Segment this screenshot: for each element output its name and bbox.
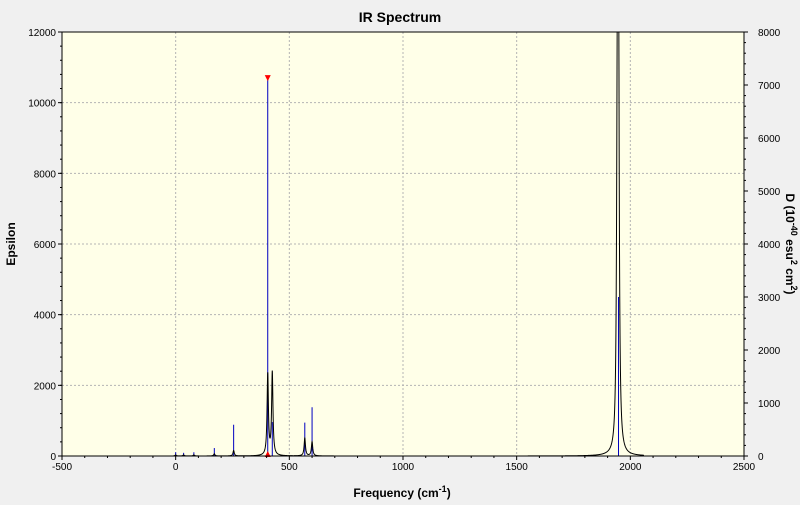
y-left-tick-label: 12000	[28, 28, 56, 39]
y-left-axis-label: Epsilon	[4, 222, 18, 265]
y-left-tick-label: 6000	[34, 240, 57, 251]
y-right-tick-label: 2000	[758, 346, 781, 357]
x-tick-label: 500	[281, 462, 298, 473]
y-right-tick-label: 6000	[758, 134, 781, 145]
x-axis-ticks: -500 0 500 1000 1500 2000 2500	[52, 456, 756, 473]
x-tick-label: 2500	[733, 462, 756, 473]
y-left-tick-label: 2000	[34, 381, 57, 392]
y-left-axis-ticks: 0 2000 4000 6000 8000 10000 12000	[28, 28, 62, 463]
y-right-tick-label: 0	[758, 452, 764, 463]
y-right-tick-label: 1000	[758, 399, 781, 410]
y-right-tick-label: 8000	[758, 28, 781, 39]
chart-title: IR Spectrum	[359, 9, 441, 25]
x-tick-label: 1000	[392, 462, 415, 473]
y-right-axis-label: D (10-40 esu2 cm2)	[783, 193, 799, 294]
y-left-tick-label: 8000	[34, 169, 57, 180]
y-left-tick-label: 10000	[28, 99, 56, 110]
y-right-tick-label: 3000	[758, 293, 781, 304]
y-left-tick-label: 0	[50, 452, 56, 463]
y-left-tick-label: 4000	[34, 311, 57, 322]
y-right-tick-label: 5000	[758, 187, 781, 198]
x-tick-label: 0	[173, 462, 179, 473]
y-right-tick-label: 4000	[758, 240, 781, 251]
x-tick-label: 1500	[506, 462, 529, 473]
x-axis-label: Frequency (cm-1)	[353, 484, 450, 500]
y-right-axis-ticks: 0 1000 2000 3000 4000 5000 6000 7000 8000	[744, 28, 781, 463]
x-tick-label: -500	[52, 462, 72, 473]
x-tick-label: 2000	[619, 462, 642, 473]
ir-spectrum-chart: IR Spectrum -500 0 500 1000 1500 2000 2500 020…	[4, 9, 799, 500]
y-right-tick-label: 7000	[758, 81, 781, 92]
